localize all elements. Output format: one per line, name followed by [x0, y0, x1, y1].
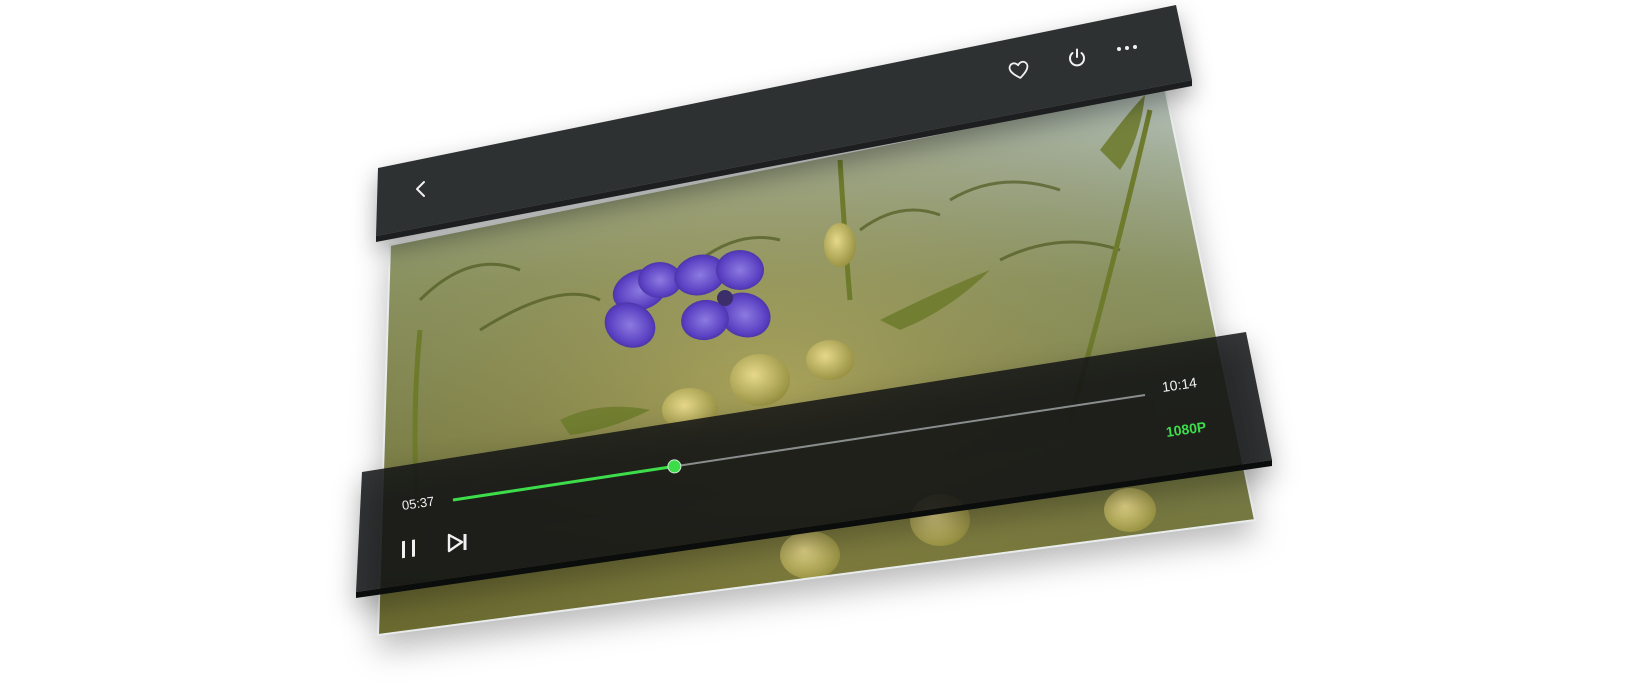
more-icon — [1117, 45, 1137, 51]
skip-next-icon — [447, 533, 467, 553]
pause-button[interactable] — [397, 537, 421, 563]
bottom-control-bar — [356, 332, 1272, 598]
back-button[interactable] — [410, 178, 432, 200]
more-options-button[interactable] — [1115, 38, 1139, 58]
back-icon — [416, 181, 425, 197]
video-player-scene: 05:37 10:14 1080P — [0, 0, 1632, 700]
favorite-button[interactable] — [1007, 59, 1031, 81]
heart-icon — [1008, 60, 1029, 79]
progress-knob[interactable] — [667, 459, 682, 474]
skip-next-button[interactable] — [444, 529, 472, 557]
power-icon — [1069, 48, 1085, 67]
power-button[interactable] — [1065, 46, 1089, 70]
pause-icon — [402, 539, 415, 559]
